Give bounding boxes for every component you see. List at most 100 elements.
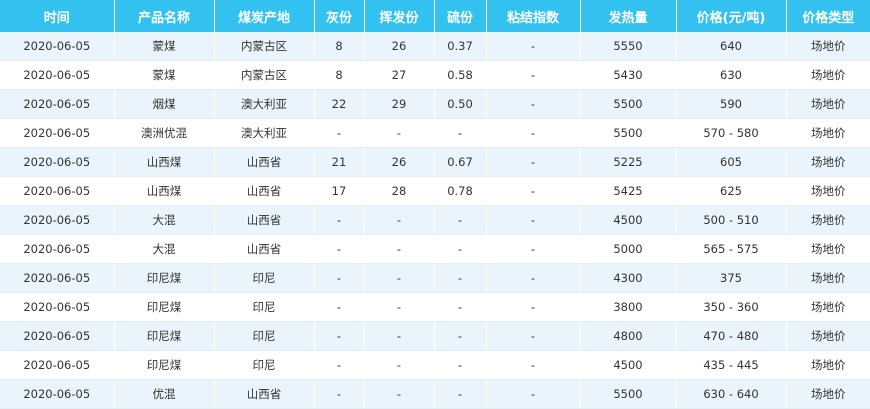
price-cell: 605 [676,147,787,177]
volatile-cell: - [364,321,435,351]
header-volatile: 挥发份 [364,0,435,32]
price-cell: 470 - 480 [676,321,787,351]
price-cell: 500 - 510 [676,205,787,235]
date-cell: 2020-06-05 [0,60,115,90]
origin-cell: 山西省 [214,205,315,235]
sulfur-cell: - [434,205,487,235]
sulfur-cell: - [434,118,487,148]
table-row: 2020-06-05 印尼煤 印尼 - - - -4500 435 - 445 场地价 [0,350,870,380]
price-type-cell: 场地价 [786,89,870,119]
price-cell: 435 - 445 [676,350,787,380]
ash-cell: - [314,205,365,235]
caking-index-cell: - [486,234,581,264]
volatile-cell: 29 [364,89,435,119]
origin-cell: 内蒙古区 [214,32,315,61]
volatile-cell: - [364,205,435,235]
origin-cell: 山西省 [214,234,315,264]
date-cell: 2020-06-05 [0,147,115,177]
price-cell: 590 [676,89,787,119]
table-row: 2020-06-05 印尼煤 印尼 - - - -4800 470 - 480 场地价 [0,321,870,351]
origin-cell: 内蒙古区 [214,60,315,90]
table-row: 2020-06-05 印尼煤 印尼 - - - -3800 350 - 360 场地价 [0,292,870,322]
ash-cell: - [314,263,365,293]
origin-cell: 山西省 [214,147,315,177]
ash-cell: - [314,292,365,322]
header-origin: 煤炭产地 [214,0,315,32]
calorific-value-cell: 5000 [580,234,677,264]
calorific-value-cell: 5425 [580,176,677,206]
sulfur-cell: - [434,321,487,351]
calorific-value-cell: 4500 [580,205,677,235]
sulfur-cell: - [434,263,487,293]
product-name-cell: 澳洲优混 [114,118,215,148]
product-name-cell: 印尼煤 [114,321,215,351]
origin-cell: 澳大利亚 [214,89,315,119]
ash-cell: 22 [314,89,365,119]
date-cell: 2020-06-05 [0,379,115,409]
caking-index-cell: - [486,350,581,380]
origin-cell: 印尼 [214,292,315,322]
sulfur-cell: - [434,379,487,409]
date-cell: 2020-06-05 [0,176,115,206]
table-row: 2020-06-05 大混 山西省 - - - -4500 500 - 510 场地价 [0,205,870,235]
date-cell: 2020-06-05 [0,234,115,264]
date-cell: 2020-06-05 [0,350,115,380]
volatile-cell: - [364,118,435,148]
calorific-value-cell: 4800 [580,321,677,351]
product-name-cell: 蒙煤 [114,60,215,90]
date-cell: 2020-06-05 [0,321,115,351]
ash-cell: 8 [314,60,365,90]
header-product-name: 产品名称 [114,0,215,32]
volatile-cell: 26 [364,147,435,177]
product-name-cell: 山西煤 [114,176,215,206]
product-name-cell: 大混 [114,205,215,235]
product-name-cell: 印尼煤 [114,292,215,322]
ash-cell: - [314,350,365,380]
price-cell: 350 - 360 [676,292,787,322]
price-cell: 630 [676,60,787,90]
price-type-cell: 场地价 [786,234,870,264]
sulfur-cell: - [434,350,487,380]
price-type-cell: 场地价 [786,60,870,90]
price-cell: 375 [676,263,787,293]
origin-cell: 山西省 [214,379,315,409]
calorific-value-cell: 5500 [580,379,677,409]
price-type-cell: 场地价 [786,176,870,206]
caking-index-cell: - [486,89,581,119]
volatile-cell: 26 [364,32,435,61]
product-name-cell: 大混 [114,234,215,264]
volatile-cell: 28 [364,176,435,206]
volatile-cell: 27 [364,60,435,90]
sulfur-cell: 0.78 [434,176,487,206]
price-cell: 630 - 640 [676,379,787,409]
origin-cell: 印尼 [214,321,315,351]
ash-cell: 8 [314,32,365,61]
table-row: 2020-06-05 蒙煤 内蒙古区 8 27 0.58-5430 630 场地价 [0,60,870,90]
caking-index-cell: - [486,118,581,148]
table-row: 2020-06-05 蒙煤 内蒙古区 8 26 0.37-5550 640 场地价 [0,32,870,61]
date-cell: 2020-06-05 [0,292,115,322]
ash-cell: - [314,321,365,351]
price-cell: 640 [676,32,787,61]
price-type-cell: 场地价 [786,32,870,61]
ash-cell: 17 [314,176,365,206]
calorific-value-cell: 5500 [580,118,677,148]
price-cell: 570 - 580 [676,118,787,148]
origin-cell: 印尼 [214,350,315,380]
calorific-value-cell: 3800 [580,292,677,322]
header-price: 价格(元/吨) [676,0,787,32]
caking-index-cell: - [486,263,581,293]
date-cell: 2020-06-05 [0,32,115,61]
table-row: 2020-06-05 山西煤 山西省 21 26 0.67-5225 605 场地价 [0,147,870,177]
sulfur-cell: 0.67 [434,147,487,177]
header-ash: 灰份 [314,0,365,32]
table-row: 2020-06-05 澳洲优混 澳大利亚 - - - -5500 570 - 580 场地价 [0,118,870,148]
price-type-cell: 场地价 [786,321,870,351]
header-price-type: 价格类型 [786,0,870,32]
origin-cell: 澳大利亚 [214,118,315,148]
ash-cell: - [314,118,365,148]
caking-index-cell: - [486,379,581,409]
volatile-cell: - [364,379,435,409]
caking-index-cell: - [486,321,581,351]
origin-cell: 山西省 [214,176,315,206]
